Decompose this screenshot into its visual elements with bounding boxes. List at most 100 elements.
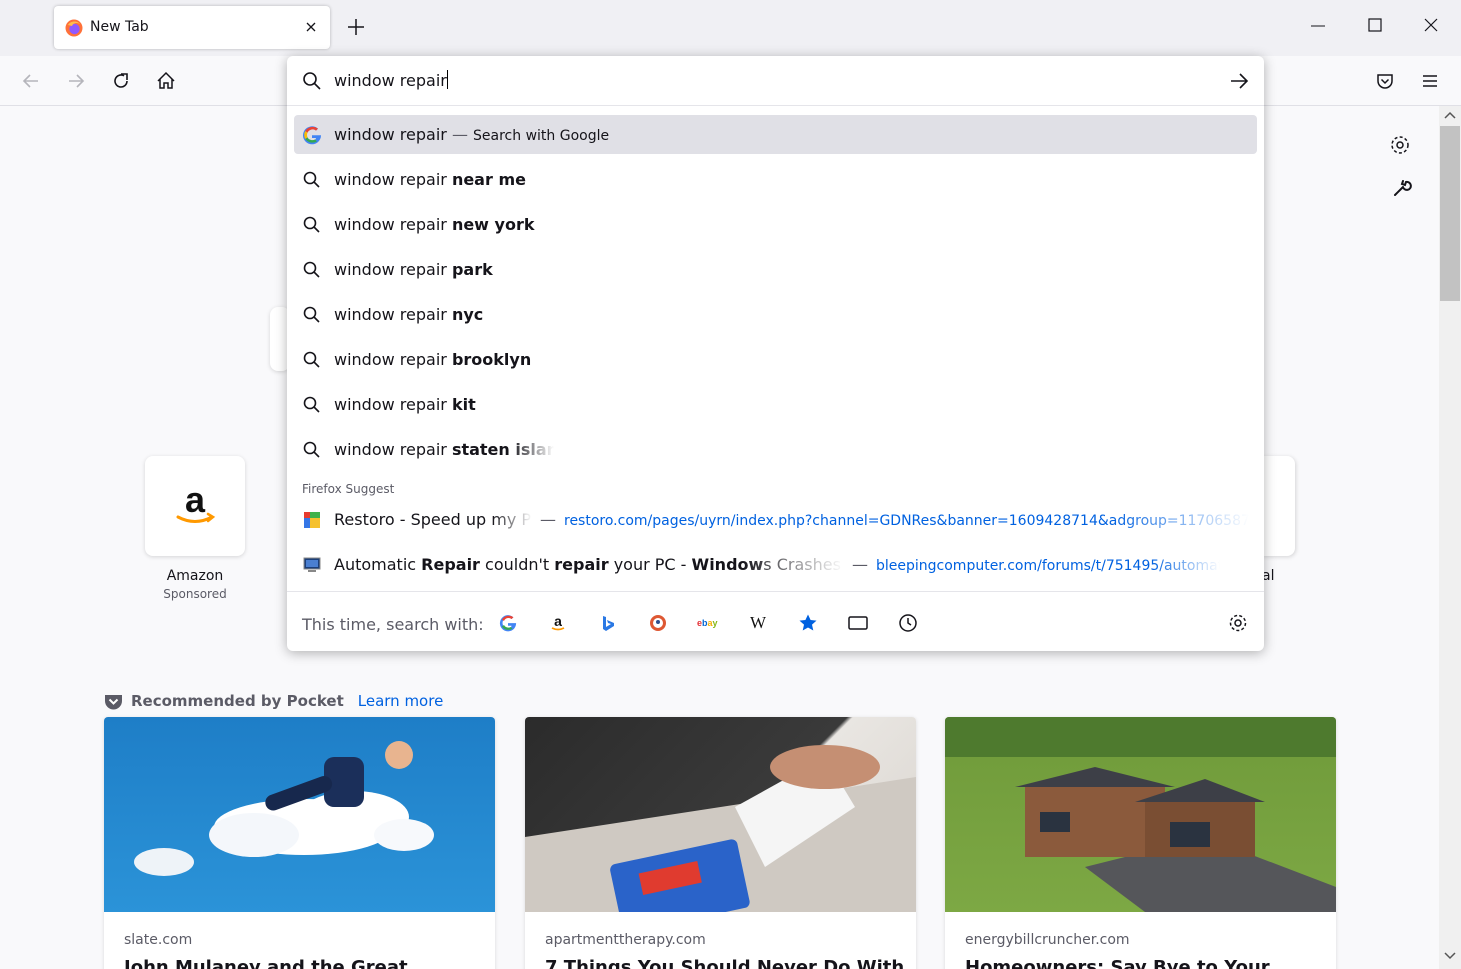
suggest-url: restoro.com/pages/uyrn/index.php?channel…: [564, 513, 1249, 529]
search-icon: [303, 306, 320, 323]
close-tab-icon[interactable]: [300, 16, 322, 38]
svg-text:a: a: [554, 614, 562, 629]
suggestion-prefix: window repair: [334, 350, 452, 369]
suggestion-row-google[interactable]: window repair — Search with Google: [294, 115, 1257, 154]
suggestion-prefix: window repair: [334, 440, 452, 459]
svg-text:a: a: [185, 484, 206, 520]
wikipedia-engine-icon[interactable]: W: [746, 611, 770, 635]
duckduckgo-engine-icon[interactable]: [646, 611, 670, 635]
firefox-suggest-row-bleeping[interactable]: Automatic Repair couldn't repair your PC…: [294, 545, 1257, 584]
suggestion-completion: park: [451, 260, 493, 279]
suggestion-completion: staten island: [451, 440, 554, 459]
amazon-logo-icon: a: [176, 484, 216, 523]
search-icon: [303, 441, 320, 458]
suggestion-completion: new york: [451, 215, 535, 234]
vertical-scrollbar[interactable]: [1439, 106, 1461, 969]
google-engine-icon[interactable]: [496, 611, 520, 635]
bookmarks-star-icon[interactable]: [796, 611, 820, 635]
title-part: couldn't: [479, 555, 555, 574]
address-input[interactable]: window repair: [334, 70, 448, 90]
pocket-save-icon[interactable]: [1370, 66, 1400, 96]
title-bold: Repair: [421, 555, 480, 574]
topsite-tile[interactable]: a: [145, 456, 245, 556]
forward-arrow-icon[interactable]: [61, 66, 91, 96]
svg-text:W: W: [750, 614, 767, 632]
separator-dash: —: [852, 555, 868, 574]
pocket-card[interactable]: energybillcruncher.com Homeowners: Say B…: [945, 717, 1336, 969]
suggestion-row[interactable]: window repair near me: [294, 160, 1257, 199]
menu-hamburger-icon[interactable]: [1415, 66, 1445, 96]
go-arrow-icon[interactable]: [1227, 69, 1251, 93]
scroll-down-arrow-icon[interactable]: [1444, 951, 1456, 961]
suggest-url: bleepingcomputer.com/forums/t/751495/aut…: [876, 558, 1220, 574]
pocket-card[interactable]: apartmenttherapy.com 7 Things You Should…: [525, 717, 916, 969]
search-with-label: Search with Google: [473, 128, 610, 144]
suggestion-text: window repair: [334, 125, 447, 144]
separator-dash: —: [540, 510, 556, 529]
firefox-suggest-label: Firefox Suggest: [302, 482, 395, 496]
scrollbar-thumb[interactable]: [1440, 126, 1460, 301]
pocket-label: Recommended by Pocket: [131, 692, 344, 710]
reload-icon[interactable]: [106, 66, 136, 96]
title-bold: repair: [554, 555, 609, 574]
search-icon: [303, 261, 320, 278]
suggestion-completion: kit: [451, 395, 476, 414]
tab-new-tab[interactable]: New Tab: [54, 6, 330, 49]
monitor-icon: [303, 557, 321, 572]
pocket-header: Recommended by Pocket Learn more: [104, 690, 443, 712]
search-icon: [303, 351, 320, 368]
close-window-icon[interactable]: [1416, 10, 1446, 40]
restoro-icon: [304, 512, 320, 528]
search-settings-gear-icon[interactable]: [1226, 611, 1250, 635]
topsite-amazon[interactable]: a Amazon Sponsored: [145, 456, 245, 601]
suggestion-prefix: window repair: [334, 305, 452, 324]
suggest-title: Restoro - Speed up my PC: [334, 510, 532, 529]
back-arrow-icon[interactable]: [16, 66, 46, 96]
card-title[interactable]: 7 Things You Should Never Do With: [545, 957, 904, 969]
customize-gear-icon[interactable]: [1386, 131, 1414, 159]
search-icon: [303, 171, 320, 188]
search-icon: [303, 72, 321, 90]
suggest-title: Automatic Repair couldn't repair your PC…: [334, 555, 844, 574]
google-icon: [303, 126, 322, 145]
topsite-name: Amazon: [166, 568, 224, 584]
title-part: s Crashes and Blue: [763, 555, 841, 574]
amazon-engine-icon[interactable]: a: [546, 611, 570, 635]
suggestion-prefix: window repair: [334, 215, 452, 234]
learn-more-link[interactable]: Learn more: [358, 692, 444, 710]
history-clock-icon[interactable]: [896, 611, 920, 635]
maximize-icon[interactable]: [1360, 10, 1390, 40]
address-bar-popup: window repair window repair — Search wit…: [287, 56, 1264, 651]
topsite-tile-partial[interactable]: [1262, 456, 1295, 556]
scroll-up-arrow-icon[interactable]: [1444, 110, 1456, 120]
tab-strip: New Tab: [0, 0, 1461, 56]
ebay-engine-icon[interactable]: ebay: [696, 611, 720, 635]
tabs-icon[interactable]: [846, 611, 870, 635]
card-title[interactable]: John Mulaney and the Great: [124, 957, 408, 969]
address-bar[interactable]: window repair: [287, 56, 1264, 106]
suggestion-completion: nyc: [451, 305, 484, 324]
pocket-card[interactable]: slate.com John Mulaney and the Great: [104, 717, 495, 969]
wrench-icon[interactable]: [1388, 173, 1416, 201]
home-icon[interactable]: [151, 66, 181, 96]
suggestion-row[interactable]: window repair nyc: [294, 295, 1257, 334]
title-part: your PC -: [608, 555, 692, 574]
card-source: slate.com: [124, 932, 193, 948]
minimize-icon[interactable]: [1303, 10, 1333, 40]
title-part: Automatic: [334, 555, 422, 574]
suggestion-prefix: window repair: [334, 395, 452, 414]
suggestion-row[interactable]: window repair new york: [294, 205, 1257, 244]
suggestion-row[interactable]: window repair kit: [294, 385, 1257, 424]
bing-engine-icon[interactable]: [596, 611, 620, 635]
suggestion-row[interactable]: window repair park: [294, 250, 1257, 289]
search-icon: [303, 396, 320, 413]
card-source: apartmenttherapy.com: [545, 932, 706, 948]
text-caret: [446, 70, 448, 89]
card-image-cleaning: [525, 717, 916, 912]
suggestion-row[interactable]: window repair brooklyn: [294, 340, 1257, 379]
suggestion-row[interactable]: window repair staten island: [294, 430, 1257, 469]
firefox-suggest-row-restoro[interactable]: Restoro - Speed up my PC — restoro.com/p…: [294, 500, 1257, 539]
new-tab-plus-icon[interactable]: [343, 14, 369, 40]
suggestion-prefix: window repair: [334, 260, 452, 279]
card-title[interactable]: Homeowners: Say Bye to Your: [965, 957, 1270, 969]
